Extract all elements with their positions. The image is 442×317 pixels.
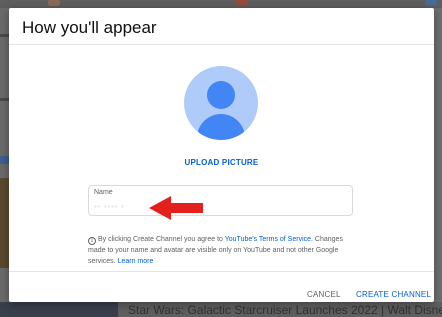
background-left-edge (0, 8, 9, 317)
avatar-body-icon (197, 114, 245, 140)
footer-divider (9, 271, 434, 272)
upload-picture-button[interactable]: UPLOAD PICTURE (9, 158, 434, 167)
cancel-button[interactable]: CANCEL (307, 290, 341, 299)
info-icon: i (88, 237, 96, 245)
header-divider (9, 44, 434, 45)
dialog-title: How you'll appear (22, 18, 157, 37)
terms-text-before: By clicking Create Channel you agree to (98, 236, 225, 243)
avatar[interactable] (184, 66, 258, 140)
terms-of-service-link[interactable]: YouTube's Terms of Service (225, 236, 311, 243)
background-thumbnail (0, 302, 118, 317)
background-top-strip (0, 0, 442, 8)
background-video-title: Star Wars: Galactic Starcruiser Launches… (128, 303, 442, 317)
background-icon (48, 0, 60, 6)
name-field-value[interactable]: ·· ···· · (94, 201, 124, 211)
name-field-label: Name (94, 189, 113, 196)
avatar-head-icon (207, 81, 235, 109)
background-icon (425, 0, 437, 6)
red-arrow-annotation-icon (149, 196, 203, 220)
terms-notice: i By clicking Create Channel you agree to… (88, 234, 356, 267)
name-field[interactable]: Name ·· ···· · (88, 185, 353, 216)
background-icon (236, 0, 248, 6)
create-channel-button[interactable]: CREATE CHANNEL (356, 290, 431, 299)
learn-more-link[interactable]: Learn more (118, 258, 154, 265)
create-channel-dialog: How you'll appear UPLOAD PICTURE Name ··… (9, 8, 434, 302)
